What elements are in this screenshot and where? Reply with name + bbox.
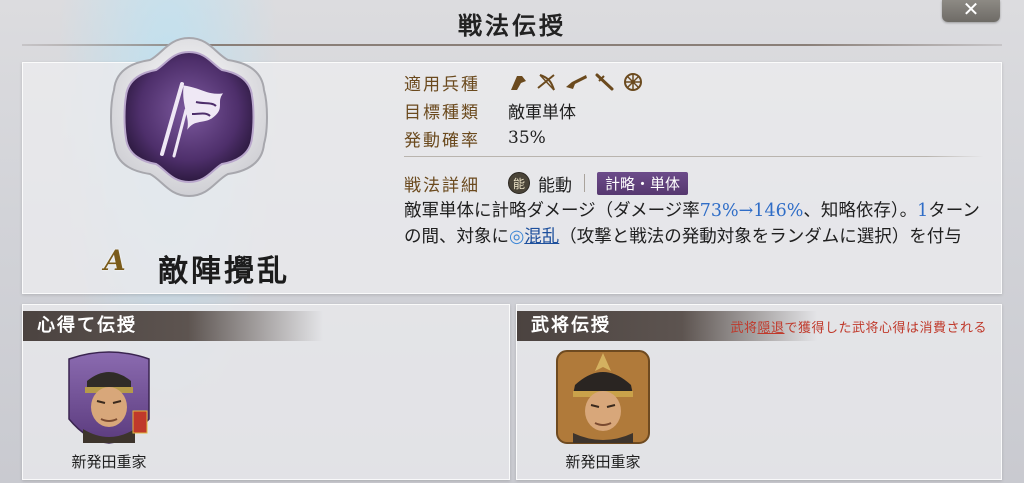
turn-count: 1 bbox=[917, 201, 929, 221]
desc-text-1: 敵軍単体に計略ダメージ（ダメージ率 bbox=[404, 201, 700, 221]
detail-separator bbox=[584, 174, 585, 192]
heart-transfer-panel: 心得て伝授 新発田重家 bbox=[22, 304, 510, 480]
damage-rate: 73%→146% bbox=[699, 201, 804, 221]
skill-name: 敵陣攪乱 bbox=[158, 254, 290, 289]
officer-transfer-panel: 武将伝授 武将隠退で獲得した武将心得は消費される 新発田重家 bbox=[516, 304, 1002, 480]
close-button[interactable]: ✕ bbox=[942, 0, 1000, 22]
active-type-icon: 能 bbox=[508, 172, 530, 194]
officer-name-heart: 新発田重家 bbox=[71, 453, 147, 471]
status-confusion-link[interactable]: 混乱 bbox=[524, 227, 559, 247]
category-tag: 計略・単体 bbox=[597, 171, 689, 195]
troop-icons bbox=[508, 71, 644, 93]
skill-emblem-icon bbox=[110, 36, 268, 198]
note-text-1: 武将 bbox=[730, 321, 758, 336]
rate-value: 35% bbox=[508, 128, 546, 148]
detail-row: 戦法詳細 能 能動 計略・単体 bbox=[404, 170, 689, 196]
skill-grade: A bbox=[104, 244, 126, 277]
retirement-note: 武将隠退で獲得した武将心得は消費される bbox=[730, 317, 987, 336]
detail-label: 戦法詳細 bbox=[404, 175, 480, 196]
troop-row: 適用兵種 bbox=[404, 68, 994, 96]
target-label: 目標種類 bbox=[404, 102, 480, 123]
officer-name: 新発田重家 bbox=[565, 453, 641, 471]
note-text-2: で獲得した武将心得は消費される bbox=[784, 321, 987, 336]
skill-description: 敵軍単体に計略ダメージ（ダメージ率73%→146%、知略依存）。1ターンの間、対… bbox=[404, 198, 984, 250]
spear-icon bbox=[511, 76, 526, 90]
skill-info: 適用兵種 目標種類 敵軍単体 発動確率 35% bbox=[404, 68, 994, 152]
officer-portrait-heart[interactable] bbox=[61, 349, 157, 445]
heart-transfer-header: 心得て伝授 bbox=[23, 311, 323, 341]
rate-row: 発動確率 35% bbox=[404, 124, 994, 152]
desc-text-2: 、知略依存）。 bbox=[803, 201, 918, 221]
target-row: 目標種類 敵軍単体 bbox=[404, 96, 994, 124]
info-divider bbox=[404, 156, 984, 157]
rate-label: 発動確率 bbox=[404, 130, 480, 151]
retirement-link[interactable]: 隠退 bbox=[757, 321, 784, 336]
wheel-icon bbox=[624, 73, 642, 91]
target-value: 敵軍単体 bbox=[508, 102, 576, 123]
desc-text-4: （攻撃と戦法の発動対象をランダムに選択）を付与 bbox=[559, 227, 962, 247]
troop-label: 適用兵種 bbox=[404, 74, 480, 95]
gun-icon bbox=[566, 75, 587, 89]
officer-portrait[interactable] bbox=[555, 349, 651, 445]
swirl-icon: ◎ bbox=[509, 227, 525, 247]
bow-icon bbox=[537, 74, 555, 91]
skill-type-label: 能動 bbox=[538, 175, 572, 196]
sword-icon bbox=[595, 73, 614, 91]
